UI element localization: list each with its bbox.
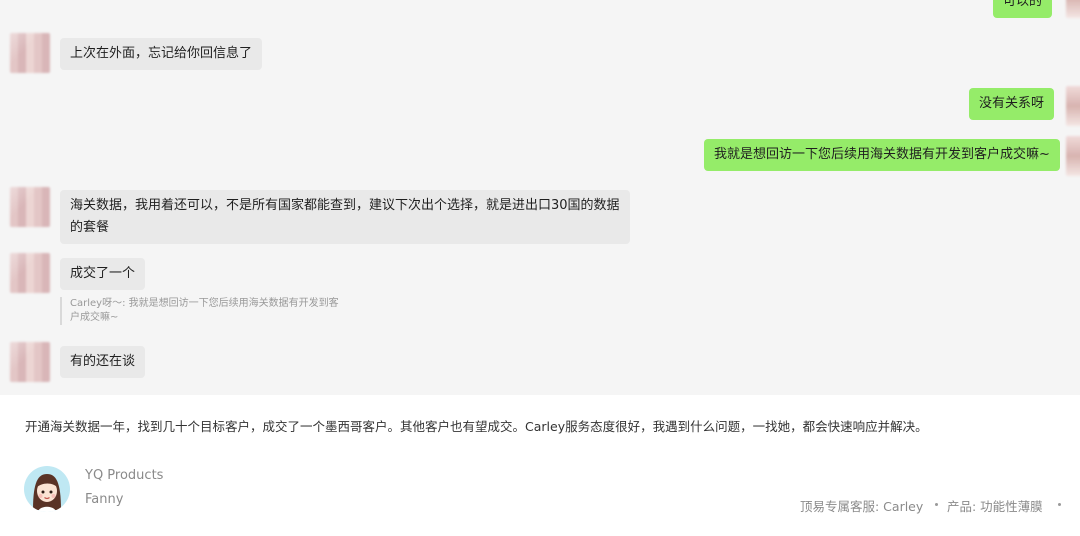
chat-bubble-me: 可以的: [993, 0, 1053, 18]
product-label: 产品: 功能性薄膜: [947, 499, 1043, 514]
my-avatar: [1066, 0, 1080, 18]
contact-avatar: [10, 253, 50, 293]
chat-bubble-other: 上次在外面，忘记给你回信息了: [60, 38, 263, 70]
avatar-illustration: [33, 474, 61, 512]
chat-bubble-me: 没有关系呀: [969, 88, 1055, 120]
my-avatar: [1066, 86, 1080, 126]
quoted-reply: Carley呀～: 我就是想回访一下您后续用海关数据有开发到客户成交嘛~: [60, 297, 346, 325]
author-name: Fanny: [85, 492, 124, 507]
my-avatar: [1066, 136, 1080, 176]
author-company: YQ Products: [85, 468, 164, 483]
cartoon-girl-avatar-icon: [24, 466, 70, 512]
separator-dot: [935, 503, 938, 506]
chat-bubble-other: 有的还在谈: [60, 346, 146, 378]
chat-bubble-other: 成交了一个: [60, 258, 146, 290]
chat-bubble-other: 海关数据，我用着还可以，不是所有国家都能查到，建议下次出个选择，就是进出口30国…: [60, 190, 630, 244]
separator-dot: [1058, 503, 1061, 506]
review-text: 开通海关数据一年，找到几十个目标客户，成交了一个墨西哥客户。其他客户也有望成交。…: [25, 419, 928, 434]
contact-avatar: [10, 187, 50, 227]
chat-screenshot: 可以的 上次在外面，忘记给你回信息了 没有关系呀 我就是想回访一下您后续用海关数…: [0, 0, 1080, 395]
chat-bubble-me: 我就是想回访一下您后续用海关数据有开发到客户成交嘛~: [704, 139, 1060, 171]
contact-avatar: [10, 342, 50, 382]
contact-avatar: [10, 33, 50, 73]
service-label: 顶易专属客服: Carley: [800, 499, 924, 514]
